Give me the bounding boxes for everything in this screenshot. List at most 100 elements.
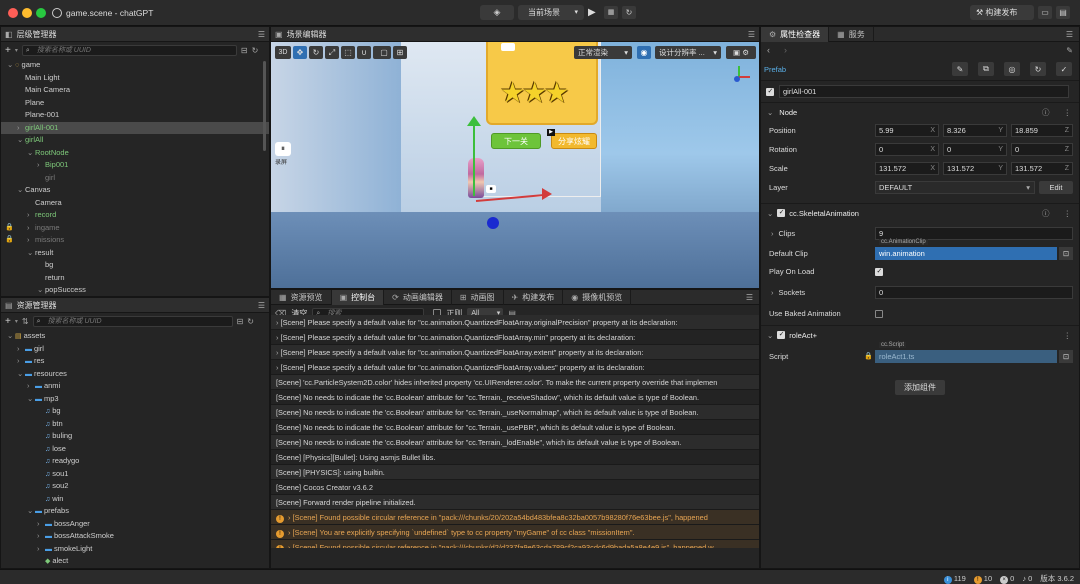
assets-search-input[interactable]: ⌕ 搜索名称或 UUID	[32, 316, 233, 327]
chevron-right-icon[interactable]: ›	[27, 380, 35, 393]
console-log-line[interactable]: !› [Scene] Found possible circular refer…	[271, 510, 759, 525]
hierarchy-node[interactable]: Plane	[1, 97, 269, 110]
locate-script-button[interactable]: ⊡	[1059, 350, 1073, 363]
chevron-right-icon[interactable]: ›	[37, 543, 45, 556]
asset-item[interactable]: ♫ lose	[1, 443, 269, 456]
skeletal-section-header[interactable]: ⌄ cc.SkeletalAnimation ⓘ ⋮	[761, 203, 1079, 222]
asset-item[interactable]: ♫ readygo	[1, 455, 269, 468]
menu-icon[interactable]: ☰	[1066, 30, 1073, 39]
chevron-right-icon[interactable]: ›	[17, 343, 25, 356]
chevron-down-icon[interactable]: ⌄	[27, 505, 35, 518]
scene-select[interactable]: 当前场景 ▾	[518, 5, 584, 20]
menu-icon[interactable]: ☰	[258, 30, 265, 39]
console-log-line[interactable]: !› [Scene] Found possible circular refer…	[271, 540, 759, 548]
tab-bottom-5[interactable]: ◉ 摄像机预览	[563, 290, 632, 305]
chevron-down-icon[interactable]: ▾	[15, 318, 18, 325]
console-log-line[interactable]: [Scene] [Physics][Bullet]: Using asmjs B…	[271, 450, 759, 465]
gizmo-y-arrow-icon[interactable]	[467, 116, 481, 126]
help-icon[interactable]: ⓘ	[1042, 107, 1050, 118]
open-folder-button[interactable]: ▭	[1038, 6, 1052, 19]
asset-item[interactable]: ♫ sou2	[1, 480, 269, 493]
scene-icon-button[interactable]: ◈	[480, 5, 514, 20]
asset-item[interactable]: › ▬ smokeLight	[1, 543, 269, 556]
scale-x-input[interactable]: 131.572 X	[875, 162, 939, 175]
hierarchy-node[interactable]: girl	[1, 172, 269, 185]
console-log-line[interactable]: ! › [Scene] You are explicitly specifying…	[271, 525, 759, 540]
prefab-edit-button[interactable]: ✎	[952, 62, 968, 76]
node-section-header[interactable]: ⌄ Node ⓘ ⋮	[761, 102, 1079, 121]
console-log-line[interactable]: [Scene] No needs to indicate the 'cc.Boo…	[271, 435, 759, 450]
console-log-line[interactable]: [Scene] Cocos Creator v3.6.2	[271, 480, 759, 495]
lock-icon[interactable]: 🔒	[5, 234, 14, 247]
rotate-tool-button[interactable]: ↻	[309, 46, 323, 59]
scale-tool-button[interactable]: ⤢	[325, 46, 339, 59]
asset-item[interactable]: › ▬ bossAttackSmoke	[1, 530, 269, 543]
resolution-select[interactable]: 设计分辨率 ... ▾	[655, 46, 721, 59]
node-active-checkbox[interactable]	[766, 87, 774, 96]
rect-tool-button[interactable]: ⬚	[341, 46, 355, 59]
asset-item[interactable]: ♫ btn	[1, 418, 269, 431]
forward-icon[interactable]: ›	[784, 45, 787, 55]
warn-count[interactable]: ! 10	[973, 574, 992, 584]
scale-z-input[interactable]: 131.572 Z	[1011, 162, 1073, 175]
preview-options-button[interactable]: ▦	[604, 6, 618, 19]
console-log-line[interactable]: [Scene] 'cc.ParticleSystem2D.color' hide…	[271, 375, 759, 390]
scene-viewport[interactable]: ★★★ 下一关 分享炫耀 ▶ ⏸ 录屏 ■	[271, 42, 759, 288]
chevron-down-icon[interactable]: ⌄	[27, 393, 35, 406]
sort-icon[interactable]: ⇅	[22, 317, 29, 326]
hierarchy-node[interactable]: › girlAll-001	[1, 121, 269, 134]
gizmo-z-handle[interactable]	[487, 217, 499, 229]
rotation-x-input[interactable]: 0X	[875, 143, 939, 156]
scale-y-input[interactable]: 131.572 Y	[943, 162, 1007, 175]
asset-item[interactable]: ◆ alect	[1, 555, 269, 568]
chevron-down-icon[interactable]: ⌄	[7, 59, 15, 72]
camera-settings-button[interactable]: ▣ ⚙	[726, 46, 756, 59]
prefab-apply-button[interactable]: ✓	[1056, 62, 1072, 76]
gizmo-y-axis[interactable]	[473, 122, 475, 196]
skeletal-enabled-checkbox[interactable]	[777, 208, 786, 217]
pin-icon[interactable]: ✎	[1066, 46, 1073, 55]
hierarchy-search-input[interactable]: ⌕ 搜索名称或 UUID	[21, 45, 237, 56]
refresh-icon[interactable]: ↻	[247, 317, 254, 326]
hierarchy-node[interactable]: 🔒 › missions	[1, 234, 269, 247]
hierarchy-node[interactable]: ⌄ girlAll	[1, 134, 269, 147]
asset-item[interactable]: ♫ bg	[1, 405, 269, 418]
hierarchy-node[interactable]: ⌄ popSuccess	[1, 284, 269, 296]
menu-icon[interactable]: ☰	[258, 301, 265, 310]
wireframe-button[interactable]: ▢	[377, 46, 391, 59]
chevron-down-icon[interactable]: ⌄	[17, 134, 25, 147]
chevron-right-icon[interactable]: ›	[27, 209, 35, 222]
asset-item[interactable]: ♫ win	[1, 493, 269, 506]
tab-bottom-4[interactable]: ✈ 构建发布	[504, 290, 564, 305]
use-baked-checkbox[interactable]	[875, 309, 883, 318]
console-log-line[interactable]: › [Scene] Please specify a default value…	[271, 330, 759, 345]
console-log-line[interactable]: › [Scene] Please specify a default value…	[271, 315, 759, 330]
info-count[interactable]: i 119	[943, 574, 966, 584]
hierarchy-node[interactable]: ⌄ result	[1, 247, 269, 260]
chevron-right-icon[interactable]: ›	[771, 288, 774, 297]
move-tool-button[interactable]: ✥	[293, 46, 307, 59]
more-icon[interactable]: ⋮	[1064, 331, 1072, 340]
hierarchy-scrollbar[interactable]	[263, 61, 266, 151]
rotation-z-input[interactable]: 0Z	[1011, 143, 1073, 156]
hierarchy-node[interactable]: return	[1, 272, 269, 285]
position-x-input[interactable]: 5.99 X	[875, 124, 939, 137]
hierarchy-node[interactable]: bg	[1, 259, 269, 272]
next-level-button[interactable]: 下一关	[491, 133, 541, 149]
play-on-load-checkbox[interactable]	[875, 267, 883, 276]
add-component-button[interactable]: 添加组件	[895, 379, 945, 395]
grid-toggle-button[interactable]: ⊞	[393, 46, 407, 59]
console-log-line[interactable]: [Scene] No needs to indicate the 'cc.Boo…	[271, 420, 759, 435]
console-log-line[interactable]: › [Scene] Please specify a default value…	[271, 360, 759, 375]
help-icon[interactable]: ⓘ	[1042, 208, 1050, 219]
collapse-icon[interactable]: ⊟	[241, 46, 248, 55]
refresh-button[interactable]: ↻	[622, 6, 636, 19]
more-icon[interactable]: ⋮	[1064, 209, 1072, 218]
hierarchy-node[interactable]: 🔒 › ingame	[1, 222, 269, 235]
lock-icon[interactable]: 🔒	[5, 222, 14, 235]
hierarchy-node[interactable]: Camera	[1, 197, 269, 210]
chevron-right-icon[interactable]: ›	[771, 229, 774, 238]
chevron-down-icon[interactable]: ⌄	[7, 330, 15, 343]
asset-item[interactable]: ⌄ ▬ resources	[1, 368, 269, 381]
layer-select[interactable]: DEFAULT ▾	[875, 181, 1035, 194]
